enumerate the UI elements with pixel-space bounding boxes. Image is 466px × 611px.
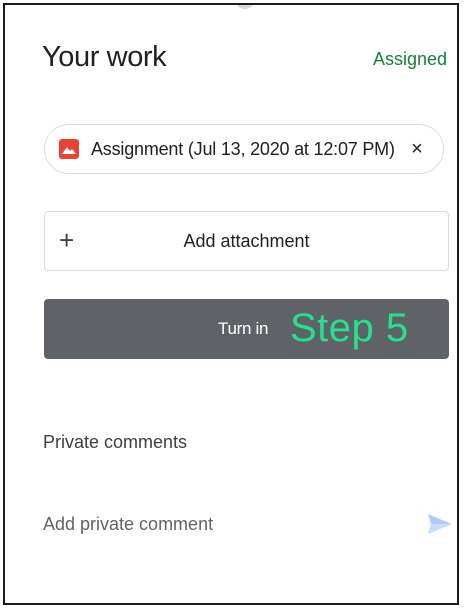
turn-in-label: Turn in — [218, 319, 269, 338]
attachment-chip[interactable]: Assignment (Jul 13, 2020 at 12:07 PM) × — [44, 124, 444, 174]
screen-frame: Your work Assigned Assignment (Jul 13, 2… — [3, 3, 459, 605]
private-comments-heading: Private comments — [43, 432, 188, 452]
status-badge: Assigned — [372, 49, 447, 69]
page-title: Your work — [42, 41, 167, 73]
private-comment-row — [43, 509, 453, 541]
add-attachment-button[interactable]: + Add attachment — [44, 211, 449, 271]
private-comment-input[interactable] — [43, 509, 403, 539]
send-icon[interactable] — [427, 513, 453, 535]
add-attachment-label: Add attachment — [183, 231, 310, 251]
step-annotation: Step 5 — [290, 306, 409, 350]
scroll-handle — [235, 5, 255, 9]
image-icon — [59, 139, 79, 159]
attachment-name[interactable]: Assignment (Jul 13, 2020 at 12:07 PM) — [91, 139, 407, 160]
close-icon[interactable]: × — [407, 138, 427, 161]
your-work-header: Your work Assigned — [42, 41, 447, 81]
turn-in-button[interactable]: Turn in Step 5 — [44, 299, 449, 359]
